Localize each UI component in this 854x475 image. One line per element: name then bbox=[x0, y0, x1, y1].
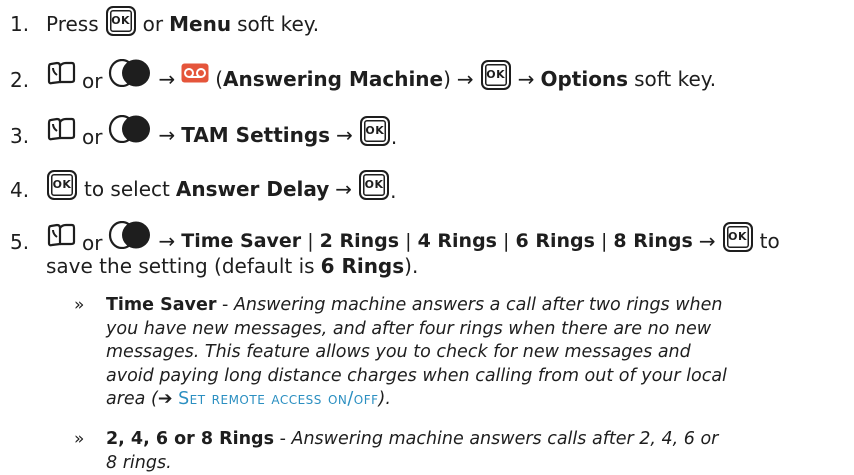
arrow: → bbox=[158, 123, 176, 147]
default-value: 6 Rings bbox=[320, 254, 405, 278]
separator: | bbox=[600, 230, 608, 252]
navigation-key-icon bbox=[109, 115, 151, 143]
answering-machine-label: Answering Machine bbox=[223, 67, 444, 91]
step-number: 4. bbox=[10, 178, 30, 202]
ok-key-icon: OK bbox=[480, 60, 511, 90]
note-close: ). bbox=[378, 389, 391, 409]
option-2-rings: 2 Rings bbox=[319, 230, 400, 252]
close-text: ). bbox=[404, 254, 419, 278]
phonebook-icon bbox=[47, 61, 76, 85]
note-time-saver: » Time Saver - Answering machine answers… bbox=[70, 294, 730, 412]
phonebook-icon bbox=[47, 223, 76, 247]
step-number: 2. bbox=[10, 68, 30, 92]
arrow: → bbox=[517, 67, 535, 91]
period: . bbox=[390, 179, 397, 203]
arrow: → bbox=[336, 123, 353, 147]
note-term: 2, 4, 6 or 8 Rings bbox=[106, 429, 274, 449]
note-dash: - bbox=[279, 429, 286, 449]
option-time-saver: Time Saver bbox=[181, 230, 302, 252]
ok-key-icon: OK bbox=[47, 170, 77, 200]
note-dash: - bbox=[222, 295, 229, 315]
arrow: → bbox=[335, 177, 353, 201]
separator: | bbox=[405, 230, 412, 252]
or-text: or bbox=[82, 125, 103, 149]
ok-key-icon: OK bbox=[359, 116, 390, 146]
to-select-text: to select bbox=[84, 177, 170, 201]
navigation-key-icon bbox=[109, 221, 151, 249]
option-8-rings: 8 Rings bbox=[613, 230, 693, 252]
arrow: → bbox=[158, 229, 176, 253]
step-number: 5. bbox=[10, 230, 30, 254]
paren-close: ) bbox=[443, 67, 451, 91]
note-rings: » 2, 4, 6 or 8 Rings - Answering machine… bbox=[70, 428, 730, 475]
arrow: → bbox=[158, 67, 176, 91]
ok-key-icon: OK bbox=[105, 6, 136, 36]
navigation-key-icon bbox=[109, 59, 151, 87]
answer-delay-label: Answer Delay bbox=[175, 177, 330, 201]
to-text: to bbox=[759, 229, 780, 253]
period: . bbox=[390, 125, 398, 149]
answering-machine-icon bbox=[181, 63, 209, 83]
paren-open: ( bbox=[215, 67, 224, 91]
or-text: or bbox=[82, 69, 103, 93]
save-setting-text: save the setting (default is bbox=[46, 254, 315, 278]
arrow: → bbox=[698, 229, 716, 253]
step-number: 1. bbox=[10, 12, 30, 36]
options-label: Options bbox=[540, 67, 629, 91]
ok-key-icon: OK bbox=[359, 170, 390, 200]
cross-reference-link[interactable]: Set remote access on/off bbox=[178, 389, 378, 409]
bullet: » bbox=[74, 295, 85, 315]
press-text: Press bbox=[46, 12, 99, 36]
option-4-rings: 4 Rings bbox=[417, 230, 497, 252]
menu-label: Menu bbox=[169, 12, 232, 36]
or-text: or bbox=[82, 231, 103, 255]
separator: | bbox=[307, 230, 314, 252]
tam-settings-label: TAM Settings bbox=[181, 123, 331, 147]
bullet: » bbox=[74, 429, 85, 449]
soft-key-text: soft key. bbox=[634, 67, 717, 91]
note-term: Time Saver bbox=[106, 295, 217, 315]
or-text: or bbox=[142, 12, 164, 36]
arrow: → bbox=[456, 67, 474, 91]
option-6-rings: 6 Rings bbox=[515, 230, 595, 252]
soft-key-text: soft key. bbox=[237, 12, 320, 36]
ok-key-icon: OK bbox=[722, 222, 753, 252]
arrow-icon: ➔ bbox=[157, 389, 173, 409]
separator: | bbox=[503, 230, 510, 252]
phonebook-icon bbox=[47, 117, 76, 141]
step-number: 3. bbox=[10, 124, 30, 148]
